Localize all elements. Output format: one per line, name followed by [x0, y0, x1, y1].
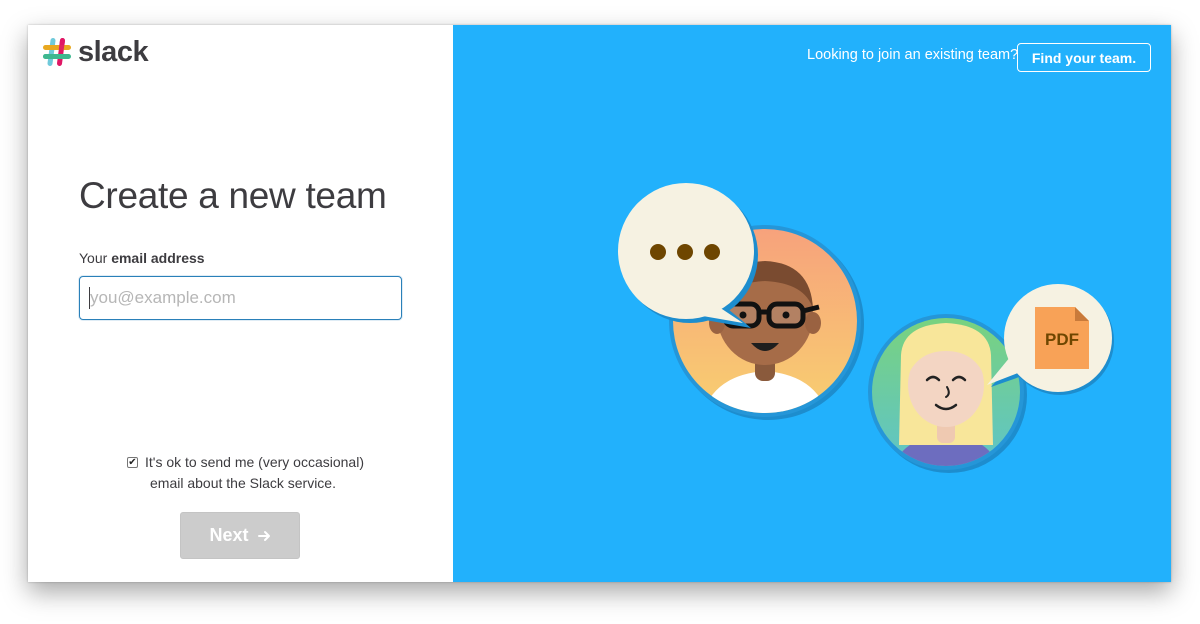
optin-text-line2: email about the Slack service.	[150, 475, 336, 491]
slack-logo[interactable]: slack	[42, 35, 149, 68]
arrow-right-icon	[257, 530, 270, 541]
slack-hash-icon	[43, 38, 71, 66]
email-label-prefix: Your	[79, 250, 112, 266]
newsletter-optin: ✔ It's ok to send me (very occasional) e…	[127, 452, 377, 494]
text-caret	[89, 287, 90, 309]
ellipsis-icon	[650, 244, 720, 260]
illustration-panel: Looking to join an existing team? Find y…	[453, 25, 1171, 582]
optin-text-line1: It's ok to send me (very occasional)	[145, 454, 364, 470]
app-window: slack Create a new team Your email addre…	[28, 25, 1171, 582]
optin-checkbox[interactable]: ✔	[127, 457, 138, 468]
page-title: Create a new team	[79, 175, 387, 216]
pdf-file-icon: PDF	[1035, 307, 1089, 369]
email-input[interactable]	[79, 276, 402, 320]
slack-wordmark: slack	[78, 35, 149, 68]
pdf-label: PDF	[1045, 330, 1079, 349]
next-button-label: Next	[209, 525, 249, 545]
email-label: Your email address	[79, 250, 205, 266]
team-illustration: PDF	[618, 183, 1114, 473]
signup-panel: slack Create a new team Your email addre…	[28, 25, 453, 582]
file-bubble: PDF	[987, 284, 1114, 395]
email-label-bold: email address	[111, 250, 205, 266]
woman-avatar	[868, 314, 1027, 473]
next-button[interactable]: Next	[180, 512, 300, 559]
